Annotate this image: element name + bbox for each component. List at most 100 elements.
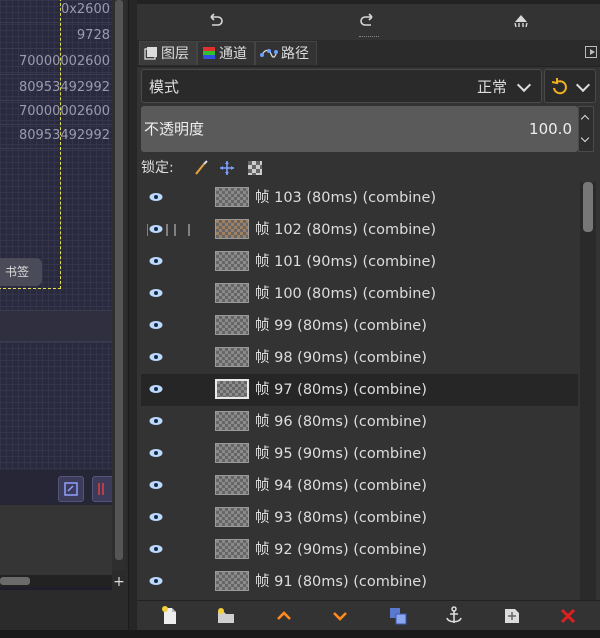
- tab-layers[interactable]: 图层: [139, 41, 197, 65]
- eye-icon[interactable]: [149, 544, 163, 554]
- scroll-thumb[interactable]: [115, 0, 123, 560]
- scroll-thumb[interactable]: [0, 577, 30, 585]
- mode-dropdown[interactable]: 模式 正常: [141, 69, 542, 103]
- layer-thumbnail: [215, 571, 249, 591]
- scroll-thumb[interactable]: [583, 182, 593, 232]
- tab-label: 路径: [281, 46, 309, 62]
- layer-row[interactable]: 帧 103 (80ms) (combine): [141, 182, 578, 214]
- tab-label: 通道: [219, 46, 247, 62]
- eye-icon[interactable]: [149, 512, 163, 522]
- mode-reset-button[interactable]: [544, 69, 596, 103]
- new-layer-button[interactable]: [159, 605, 181, 627]
- lock-label: 锁定:: [141, 160, 174, 176]
- layer-name[interactable]: 帧 94 (80ms) (combine): [255, 470, 427, 502]
- delete-icon: [560, 608, 576, 624]
- eye-icon[interactable]: [149, 480, 163, 490]
- layer-row[interactable]: 帧 100 (80ms) (combine): [141, 278, 578, 310]
- canvas-lower-panel: [0, 505, 112, 577]
- chevron-down-icon: [580, 133, 590, 143]
- layer-name[interactable]: 帧 102 (80ms) (combine): [255, 214, 436, 246]
- arrow-down-icon: [333, 612, 347, 621]
- tab-paths[interactable]: 路径: [255, 41, 317, 65]
- layer-name[interactable]: 帧 103 (80ms) (combine): [255, 182, 436, 214]
- redo-button[interactable]: [356, 10, 380, 32]
- new-layer-group-button[interactable]: [215, 605, 237, 627]
- lock-position-icon[interactable]: [219, 160, 235, 176]
- layer-row[interactable]: 帧 98 (90ms) (combine): [141, 342, 578, 374]
- opacity-label: 不透明度: [144, 120, 205, 138]
- status-strip: [0, 630, 600, 638]
- eye-icon[interactable]: [149, 320, 163, 330]
- lower-layer-button[interactable]: [329, 605, 351, 627]
- eye-icon[interactable]: [149, 576, 163, 586]
- bookmark-button[interactable]: 书签: [0, 258, 42, 286]
- layer-name[interactable]: 帧 93 (80ms) (combine): [255, 502, 427, 534]
- merge-down-button[interactable]: [501, 605, 523, 627]
- tab-label: 图层: [161, 46, 189, 62]
- layer-row[interactable]: 帧 96 (80ms) (combine): [141, 406, 578, 438]
- eye-icon[interactable]: [149, 256, 163, 266]
- layer-thumbnail: [215, 315, 249, 335]
- chevron-up-icon: [580, 114, 590, 124]
- layer-row[interactable]: 帧 93 (80ms) (combine): [141, 502, 578, 534]
- grid-icon: [98, 483, 104, 495]
- layer-name[interactable]: 帧 92 (90ms) (combine): [255, 534, 427, 566]
- eye-icon[interactable]: [149, 352, 163, 362]
- image-canvas[interactable]: 0x2600 9728 70000002600 80953492992 7000…: [0, 0, 112, 590]
- layers-list[interactable]: 帧 103 (80ms) (combine) 帧 102 (80ms) (com…: [141, 182, 578, 600]
- layer-row[interactable]: 帧 91 (80ms) (combine): [141, 566, 578, 598]
- layer-row[interactable]: 帧 92 (90ms) (combine): [141, 534, 578, 566]
- raise-layer-button[interactable]: [273, 605, 295, 627]
- layer-name[interactable]: 帧 100 (80ms) (combine): [255, 278, 436, 310]
- undo-button[interactable]: [203, 10, 227, 32]
- lock-pixels-icon[interactable]: [193, 160, 209, 176]
- layer-row[interactable]: 帧 102 (80ms) (combine): [141, 214, 578, 246]
- eye-icon[interactable]: [149, 384, 163, 394]
- folder-icon: [218, 608, 234, 623]
- opacity-field[interactable]: 不透明度 100.0: [141, 106, 578, 152]
- eye-icon[interactable]: [149, 448, 163, 458]
- layer-name[interactable]: 帧 97 (80ms) (combine): [255, 374, 427, 406]
- layer-row[interactable]: 帧 94 (80ms) (combine): [141, 470, 578, 502]
- layer-name[interactable]: 帧 99 (80ms) (combine): [255, 310, 427, 342]
- canvas-tool-button[interactable]: [92, 476, 112, 502]
- arrow-up-icon: [277, 611, 291, 620]
- layer-thumbnail: [215, 219, 249, 239]
- lock-alpha-icon[interactable]: [247, 160, 263, 176]
- channels-icon: [203, 47, 215, 59]
- delete-layer-button[interactable]: [557, 605, 579, 627]
- canvas-strip: [0, 310, 112, 342]
- layers-bottom-toolbar: [137, 600, 600, 631]
- mode-value: 正常: [476, 78, 507, 96]
- duplicate-layer-button[interactable]: [387, 605, 409, 627]
- canvas-tool-button[interactable]: [58, 476, 84, 502]
- dock-menu-icon[interactable]: [585, 46, 597, 58]
- vertical-scrollbar[interactable]: [112, 0, 126, 570]
- layer-row[interactable]: 帧 95 (90ms) (combine): [141, 438, 578, 470]
- lock-row: 锁定:: [137, 156, 600, 180]
- opacity-spinner[interactable]: [578, 106, 594, 152]
- canvas-grid: 0x2600 9728 70000002600 80953492992 7000…: [0, 0, 112, 506]
- navigate-icon[interactable]: +: [112, 575, 126, 589]
- layer-row[interactable]: 帧 101 (90ms) (combine): [141, 246, 578, 278]
- eye-icon[interactable]: [149, 192, 163, 202]
- layer-thumbnail: [215, 187, 249, 207]
- layer-name[interactable]: 帧 101 (90ms) (combine): [255, 246, 436, 278]
- layer-name[interactable]: 帧 98 (90ms) (combine): [255, 342, 427, 374]
- layer-name[interactable]: 帧 95 (90ms) (combine): [255, 438, 427, 470]
- eye-icon[interactable]: [149, 416, 163, 426]
- select-icon: [64, 482, 78, 496]
- layer-name[interactable]: 帧 91 (80ms) (combine): [255, 566, 427, 598]
- layers-scrollbar[interactable]: [580, 182, 596, 600]
- anchor-layer-button[interactable]: [443, 605, 465, 627]
- clear-history-button[interactable]: [509, 10, 533, 32]
- layer-row[interactable]: 帧 99 (80ms) (combine): [141, 310, 578, 342]
- horizontal-scrollbar[interactable]: [0, 575, 112, 587]
- layer-row-selected[interactable]: 帧 97 (80ms) (combine): [141, 374, 578, 406]
- layer-name[interactable]: 帧 96 (80ms) (combine): [255, 406, 427, 438]
- layer-thumbnail: [215, 379, 249, 399]
- tab-channels[interactable]: 通道: [197, 41, 255, 65]
- reset-icon: [551, 78, 567, 95]
- eye-icon[interactable]: [149, 288, 163, 298]
- history-toolbar: [137, 0, 600, 37]
